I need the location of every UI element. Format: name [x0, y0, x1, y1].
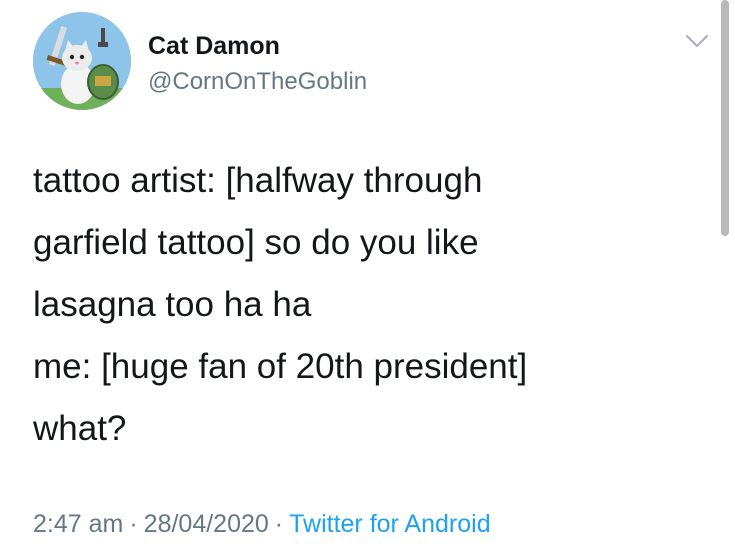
tweet-line: tattoo artist: [halfway through [33, 161, 483, 200]
user-handle[interactable]: @CornOnTheGoblin [148, 66, 367, 98]
tweet-source-link[interactable]: Twitter for Android [289, 510, 490, 538]
tweet-time[interactable]: 2:47 am [33, 510, 123, 538]
tweet-line: what? [33, 409, 127, 448]
chevron-down-icon[interactable] [684, 32, 710, 50]
tweet-meta: 2:47 am · 28/04/2020 · Twitter for Android [33, 507, 491, 541]
tweet-card: Cat Damon @CornOnTheGoblin tattoo artist… [0, 0, 735, 559]
tweet-text: tattoo artist: [halfway through garfield… [33, 150, 713, 460]
meta-separator: · [129, 510, 138, 538]
tweet-line: lasagna too ha ha [33, 285, 312, 324]
tweet-line: me: [huge fan of 20th president] [33, 347, 528, 386]
cat-knight-avatar-icon [33, 12, 131, 110]
tweet-line: garfield tattoo] so do you like [33, 223, 479, 262]
avatar[interactable] [33, 12, 131, 110]
display-name[interactable]: Cat Damon [148, 30, 280, 62]
meta-separator: · [274, 510, 284, 538]
tweet-date[interactable]: 28/04/2020 [144, 510, 269, 538]
scrollbar[interactable] [721, 0, 729, 236]
